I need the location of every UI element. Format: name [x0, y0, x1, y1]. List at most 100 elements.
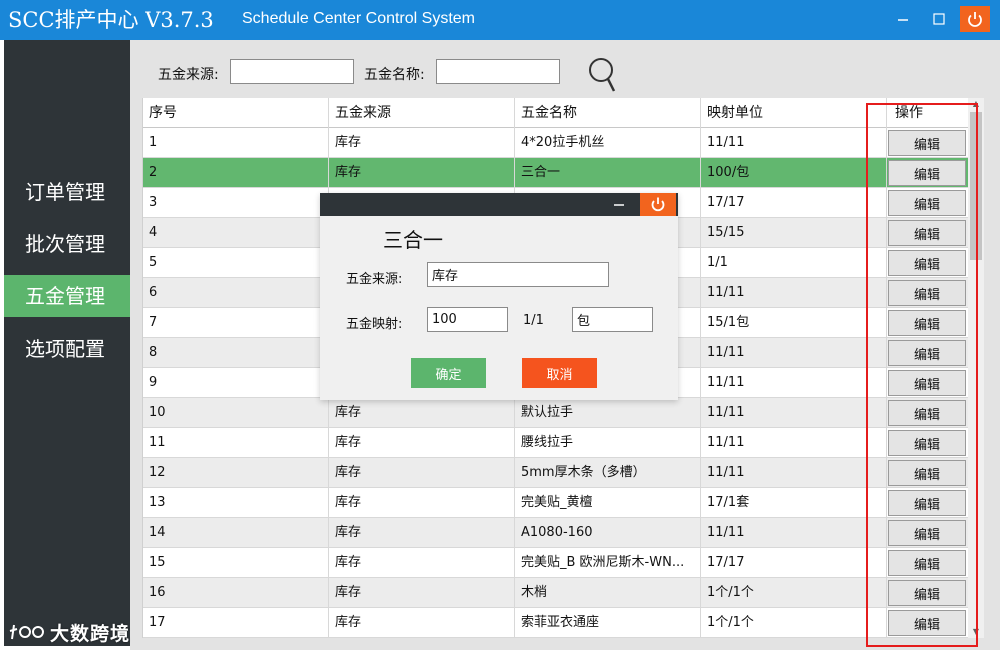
- row-number-cell: 4: [143, 218, 329, 248]
- maximize-button[interactable]: [924, 6, 954, 32]
- search-name-input[interactable]: [436, 59, 560, 84]
- search-name-label: 五金名称:: [364, 67, 425, 83]
- power-icon: [651, 197, 665, 212]
- row-number-cell: 11: [143, 428, 329, 458]
- row-source-cell: 库存: [329, 458, 515, 488]
- table-row[interactable]: 12 库存 5mm厚木条（多槽） 11/11 编辑: [143, 458, 969, 488]
- row-number-cell: 7: [143, 308, 329, 338]
- sidebar-item-hardware[interactable]: 五金管理: [4, 275, 130, 317]
- row-unit-cell: 11/11: [701, 368, 887, 398]
- row-source-cell: 库存: [329, 488, 515, 518]
- dialog-source-label: 五金来源:: [346, 272, 403, 287]
- power-icon: [968, 12, 982, 27]
- row-name-cell: 木梢: [515, 578, 701, 608]
- row-unit-cell: 11/11: [701, 428, 887, 458]
- table-row[interactable]: 1 库存 4*20拉手机丝 11/11 编辑: [143, 128, 969, 158]
- row-source-cell: 库存: [329, 608, 515, 638]
- sidebar-item-orders[interactable]: 订单管理: [4, 171, 130, 213]
- table-row[interactable]: 15 库存 完美贴_B 欧洲尼斯木-WN... 17/17 编辑: [143, 548, 969, 578]
- row-name-cell: 三合一: [515, 158, 701, 188]
- search-icon: [589, 58, 616, 92]
- row-name-cell: 4*20拉手机丝: [515, 128, 701, 158]
- search-button[interactable]: [586, 55, 620, 95]
- row-unit-cell: 11/11: [701, 518, 887, 548]
- dialog-ratio-text: 1/1: [523, 313, 544, 328]
- row-number-cell: 2: [143, 158, 329, 188]
- row-name-cell: 默认拉手: [515, 398, 701, 428]
- row-source-cell: 库存: [329, 518, 515, 548]
- sidebar-item-batches[interactable]: 批次管理: [4, 223, 130, 265]
- row-name-cell: 腰线拉手: [515, 428, 701, 458]
- table-row[interactable]: 16 库存 木梢 1个/1个 编辑: [143, 578, 969, 608]
- row-number-cell: 14: [143, 518, 329, 548]
- table-row[interactable]: 11 库存 腰线拉手 11/11 编辑: [143, 428, 969, 458]
- row-source-cell: 库存: [329, 548, 515, 578]
- table-row[interactable]: 10 库存 默认拉手 11/11 编辑: [143, 398, 969, 428]
- dialog-title-bar: [320, 193, 678, 216]
- minimize-icon: [898, 19, 908, 21]
- row-number-cell: 8: [143, 338, 329, 368]
- row-unit-cell: 15/1包: [701, 308, 887, 338]
- dialog-unit-input[interactable]: [572, 307, 653, 332]
- column-header-no: 序号: [143, 98, 329, 128]
- app-subtitle: Schedule Center Control System: [242, 10, 475, 27]
- row-number-cell: 5: [143, 248, 329, 278]
- table-row[interactable]: 2 库存 三合一 100/包 编辑: [143, 158, 969, 188]
- row-source-cell: 库存: [329, 158, 515, 188]
- minimize-button[interactable]: [888, 6, 918, 32]
- row-number-cell: 3: [143, 188, 329, 218]
- confirm-button[interactable]: 确定: [411, 358, 486, 388]
- app-title: SCC排产中心 V3.7.3: [8, 8, 214, 32]
- highlight-frame: [866, 103, 978, 647]
- table-row[interactable]: 13 库存 完美贴_黄檀 17/1套 编辑: [143, 488, 969, 518]
- row-name-cell: 5mm厚木条（多槽）: [515, 458, 701, 488]
- row-name-cell: 完美贴_黄檀: [515, 488, 701, 518]
- cancel-button[interactable]: 取消: [522, 358, 597, 388]
- search-source-input[interactable]: [230, 59, 354, 84]
- row-number-cell: 10: [143, 398, 329, 428]
- column-header-name: 五金名称: [515, 98, 701, 128]
- column-header-unit: 映射单位: [701, 98, 887, 128]
- row-unit-cell: 17/17: [701, 188, 887, 218]
- dialog-mapping-input[interactable]: [427, 307, 508, 332]
- row-name-cell: A1080-160: [515, 518, 701, 548]
- row-unit-cell: 11/11: [701, 338, 887, 368]
- row-unit-cell: 100/包: [701, 158, 887, 188]
- row-number-cell: 13: [143, 488, 329, 518]
- row-unit-cell: 1/1: [701, 248, 887, 278]
- row-number-cell: 15: [143, 548, 329, 578]
- title-bar: SCC排产中心 V3.7.3 Schedule Center Control S…: [0, 0, 1000, 40]
- row-unit-cell: 1个/1个: [701, 608, 887, 638]
- dialog-mapping-label: 五金映射:: [346, 317, 403, 332]
- table-row[interactable]: 14 库存 A1080-160 11/11 编辑: [143, 518, 969, 548]
- dialog-minimize-button[interactable]: [610, 195, 628, 213]
- row-source-cell: 库存: [329, 128, 515, 158]
- watermark-text: 大数跨境: [50, 623, 131, 645]
- row-number-cell: 1: [143, 128, 329, 158]
- brand-logo-icon: [9, 624, 44, 640]
- dialog-title: 三合一: [383, 228, 443, 252]
- table-header: 序号 五金来源 五金名称 映射单位 操作: [143, 98, 969, 128]
- row-source-cell: 库存: [329, 398, 515, 428]
- row-number-cell: 9: [143, 368, 329, 398]
- row-unit-cell: 11/11: [701, 278, 887, 308]
- close-button[interactable]: [960, 6, 990, 32]
- row-number-cell: 16: [143, 578, 329, 608]
- row-number-cell: 12: [143, 458, 329, 488]
- row-unit-cell: 11/11: [701, 398, 887, 428]
- dialog-source-input[interactable]: [427, 262, 609, 287]
- row-source-cell: 库存: [329, 428, 515, 458]
- edit-dialog: 三合一 五金来源: 五金映射: 1/1 确定 取消: [320, 193, 678, 400]
- row-unit-cell: 15/15: [701, 218, 887, 248]
- table-row[interactable]: 17 库存 索菲亚衣通座 1个/1个 编辑: [143, 608, 969, 638]
- dialog-close-button[interactable]: [640, 193, 676, 216]
- row-number-cell: 6: [143, 278, 329, 308]
- row-source-cell: 库存: [329, 578, 515, 608]
- row-unit-cell: 17/1套: [701, 488, 887, 518]
- sidebar: 订单管理 批次管理 五金管理 选项配置: [4, 40, 130, 646]
- row-unit-cell: 11/11: [701, 458, 887, 488]
- minimize-icon: [614, 204, 624, 206]
- sidebar-item-options[interactable]: 选项配置: [4, 328, 130, 370]
- maximize-icon: [933, 13, 945, 25]
- row-number-cell: 17: [143, 608, 329, 638]
